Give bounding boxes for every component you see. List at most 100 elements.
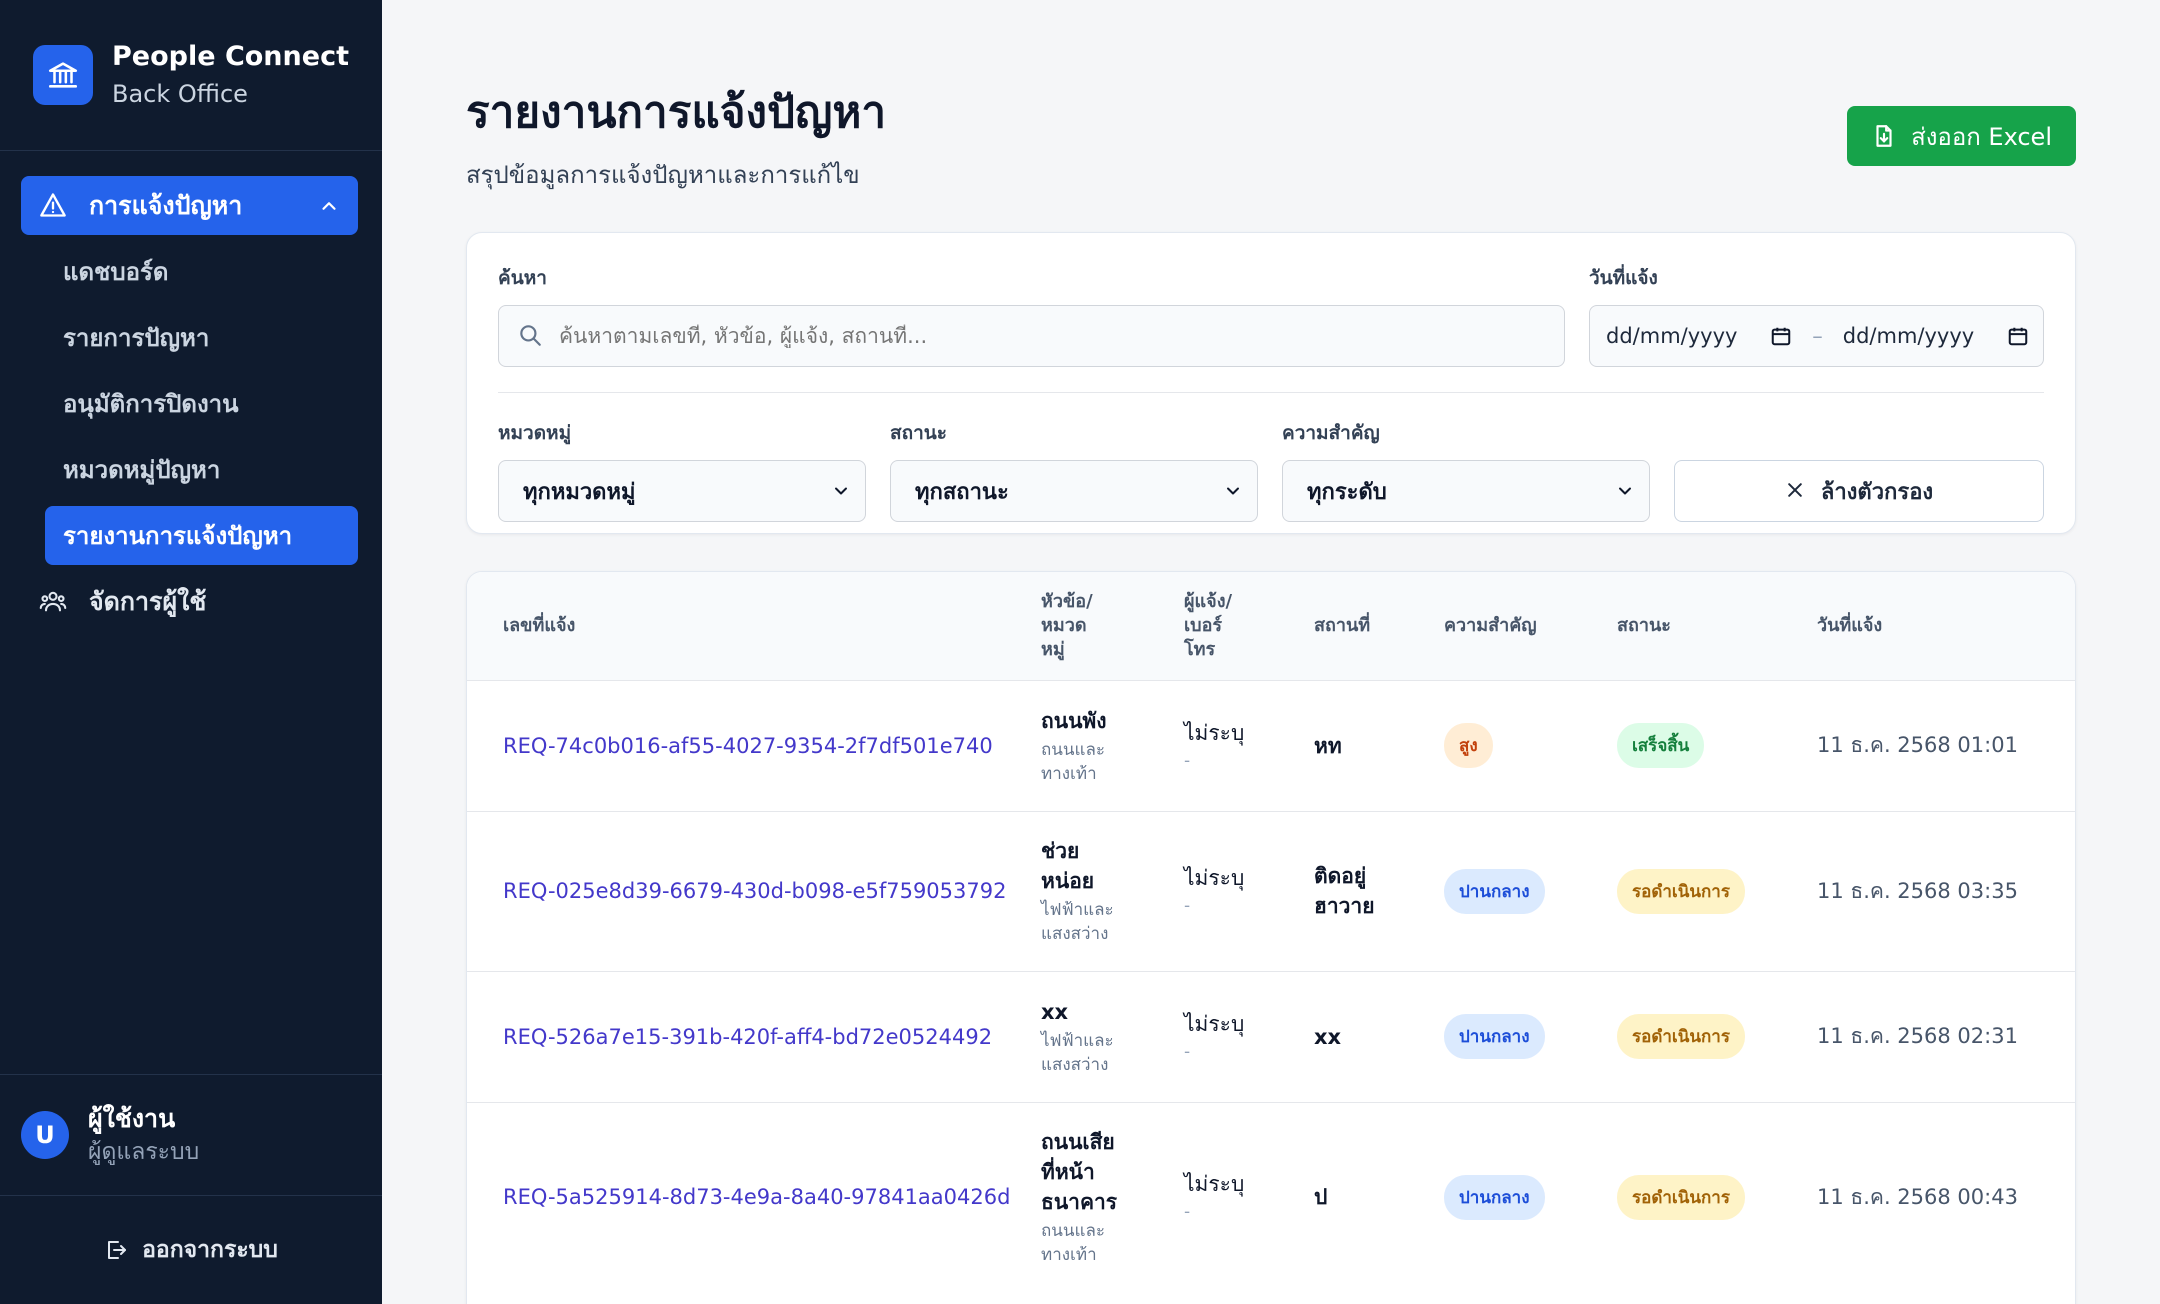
export-excel-label: ส่งออก Excel [1911, 122, 2052, 151]
search-input[interactable] [559, 324, 1546, 348]
request-id-link[interactable]: REQ-025e8d39-6679-430d-b098-e5f759053792 [503, 879, 1006, 903]
sidebar-item-issue-list[interactable]: รายการปัญหา [45, 308, 358, 367]
status-badge: รอดำเนินการ [1617, 1174, 1745, 1220]
sidebar-item-report[interactable]: รายงานการแจ้งปัญหา [45, 506, 358, 565]
reporter-name: ไม่ระบุ [1184, 720, 1245, 745]
request-id-link[interactable]: REQ-74c0b016-af55-4027-9354-2f7df501e740 [503, 734, 993, 758]
date-to-input[interactable]: dd/mm/yyyy [1843, 324, 2029, 348]
sidebar-submenu: แดชบอร์ด รายการปัญหา อนุมัติการปิดงาน หม… [0, 242, 382, 565]
export-excel-button[interactable]: ส่งออก Excel [1847, 106, 2076, 166]
sidebar-item-manage-users[interactable]: จัดการผู้ใช้ [21, 572, 358, 631]
brand: People Connect Back Office [0, 0, 382, 151]
date-label: วันที่แจ้ง [1589, 267, 1658, 289]
table-row[interactable]: REQ-025e8d39-6679-430d-b098-e5f759053792… [467, 811, 2075, 971]
sidebar-group-label: การแจ้งปัญหา [89, 190, 243, 220]
priority-badge: ปานกลาง [1444, 1014, 1545, 1059]
sidebar-item-categories[interactable]: หมวดหมู่ปัญหา [45, 440, 358, 499]
logout-button[interactable]: ออกจากระบบ [0, 1196, 382, 1304]
reporter-name: ไม่ระบุ [1184, 1011, 1245, 1036]
status-select-value: ทุกสถานะ [915, 479, 1009, 505]
filter-divider [498, 392, 2044, 393]
priority-select[interactable]: ทุกระดับ [1282, 460, 1650, 522]
chevron-down-icon [1223, 481, 1243, 501]
column-header-reporter[interactable]: ผู้แจ้ง/ เบอร์ โทร [1184, 572, 1314, 680]
report-date: 11 ธ.ค. 2568 02:31 [1817, 1024, 2018, 1048]
category-label: หมวดหมู่ [498, 422, 572, 444]
topic-title: ถนนพัง [1041, 708, 1107, 733]
priority-badge: ปานกลาง [1444, 868, 1545, 914]
topic-category: ถนนและ ทางเท้า [1041, 1221, 1106, 1266]
sidebar-item-manage-users-label: จัดการผู้ใช้ [89, 586, 207, 616]
date-range: dd/mm/yyyy – dd/mm/yyyy [1589, 305, 2044, 367]
column-header-location[interactable]: สถานที่ [1314, 572, 1444, 680]
brand-title: People Connect [112, 41, 349, 72]
column-header-id[interactable]: เลขที่แจ้ง [467, 572, 1041, 680]
table-row[interactable]: REQ-526a7e15-391b-420f-aff4-bd72e0524492… [467, 971, 2075, 1102]
sidebar-item-close-approval[interactable]: อนุมัติการปิดงาน [45, 374, 358, 433]
status-select[interactable]: ทุกสถานะ [890, 460, 1258, 522]
chevron-down-icon [1615, 481, 1635, 501]
user-profile: U ผู้ใช้งาน ผู้ดูแลระบบ [0, 1074, 382, 1196]
column-header-status[interactable]: สถานะ [1617, 572, 1817, 680]
logout-label: ออกจากระบบ [142, 1237, 278, 1263]
brand-subtitle: Back Office [112, 80, 248, 108]
category-select-value: ทุกหมวดหมู่ [523, 479, 636, 505]
calendar-icon[interactable] [1770, 325, 1792, 347]
main-content: รายงานการแจ้งปัญหา สรุปข้อมูลการแจ้งปัญห… [382, 0, 2160, 1304]
reporter-phone: - [1184, 896, 1191, 916]
reporter-name: ไม่ระบุ [1184, 866, 1245, 890]
location: ติดอยู่ ฮาวาย [1314, 864, 1375, 918]
app-root: People Connect Back Office การแจ้งปัญหา … [0, 0, 2160, 1304]
priority-badge: สูง [1444, 723, 1493, 768]
users-icon [39, 587, 69, 617]
clear-filters-label: ล้างตัวกรอง [1820, 479, 1934, 505]
priority-badge: ปานกลาง [1444, 1174, 1545, 1220]
status-badge: รอดำเนินการ [1617, 868, 1745, 914]
location: ป [1314, 1185, 1328, 1210]
topic-category: ไฟฟ้าและ แสงสว่าง [1041, 900, 1114, 944]
clear-filters-button[interactable]: ล้างตัวกรอง [1674, 460, 2044, 522]
reporter-name: ไม่ระบุ [1184, 1172, 1245, 1197]
column-header-topic-text: หัวข้อ/ หมวด หมู่ [1041, 590, 1093, 660]
status-badge: รอดำเนินการ [1617, 1014, 1745, 1059]
topic-category: ไฟฟ้าและ แสงสว่าง [1041, 1030, 1114, 1075]
table-row[interactable]: REQ-74c0b016-af55-4027-9354-2f7df501e740… [467, 680, 2075, 811]
priority-label: ความสำคัญ [1282, 422, 1380, 444]
table-header-row: เลขที่แจ้ง หัวข้อ/ หมวด หมู่ ผู้แจ้ง/ เบ… [467, 572, 2075, 680]
bank-building-icon [33, 45, 93, 105]
column-header-reporter-text: ผู้แจ้ง/ เบอร์ โทร [1184, 590, 1233, 660]
status-label: สถานะ [890, 422, 947, 444]
column-header-date[interactable]: วันที่แจ้ง [1817, 572, 2075, 680]
sidebar-nav: การแจ้งปัญหา แดชบอร์ด รายการปัญหา อนุมัต… [0, 151, 382, 1074]
close-icon [1785, 480, 1807, 502]
search-icon [517, 322, 545, 350]
column-header-topic[interactable]: หัวข้อ/ หมวด หมู่ [1041, 572, 1184, 680]
location: xx [1314, 1024, 1342, 1049]
sidebar-group-issue-reports[interactable]: การแจ้งปัญหา [21, 176, 358, 235]
table-row[interactable]: REQ-5a525914-8d73-4e9a-8a40-97841aa0426d… [467, 1102, 2075, 1292]
date-separator: – [1812, 324, 1823, 348]
date-from-input[interactable]: dd/mm/yyyy [1606, 324, 1792, 348]
reporter-phone: - [1184, 750, 1191, 771]
reporter-phone: - [1184, 1202, 1191, 1223]
topic-category: ถนนและ ทางเท้า [1041, 739, 1106, 784]
request-id-link[interactable]: REQ-5a525914-8d73-4e9a-8a40-97841aa0426d [503, 1185, 1010, 1209]
sidebar-item-dashboard[interactable]: แดชบอร์ด [45, 242, 358, 301]
topic-title: ช่วย หน่อย [1041, 839, 1095, 893]
calendar-icon[interactable] [2007, 325, 2029, 347]
status-badge: เสร็จสิ้น [1617, 723, 1705, 768]
sidebar: People Connect Back Office การแจ้งปัญหา … [0, 0, 382, 1304]
avatar: U [21, 1111, 69, 1159]
topic-title: xx [1041, 999, 1069, 1024]
category-select[interactable]: ทุกหมวดหมู่ [498, 460, 866, 522]
request-id-link[interactable]: REQ-526a7e15-391b-420f-aff4-bd72e0524492 [503, 1025, 992, 1049]
column-header-priority[interactable]: ความสำคัญ [1444, 572, 1617, 680]
topic-title: ถนนเสีย ที่หน้า ธนาคาร [1041, 1130, 1118, 1215]
report-table-card: เลขที่แจ้ง หัวข้อ/ หมวด หมู่ ผู้แจ้ง/ เบ… [466, 571, 2076, 1304]
report-table: เลขที่แจ้ง หัวข้อ/ หมวด หมู่ ผู้แจ้ง/ เบ… [467, 572, 2075, 1292]
search-field[interactable] [498, 305, 1565, 367]
report-date: 11 ธ.ค. 2568 00:43 [1817, 1184, 2018, 1209]
reporter-phone: - [1184, 1041, 1191, 1062]
report-date: 11 ธ.ค. 2568 01:01 [1817, 733, 2018, 757]
chevron-up-icon [318, 195, 340, 217]
